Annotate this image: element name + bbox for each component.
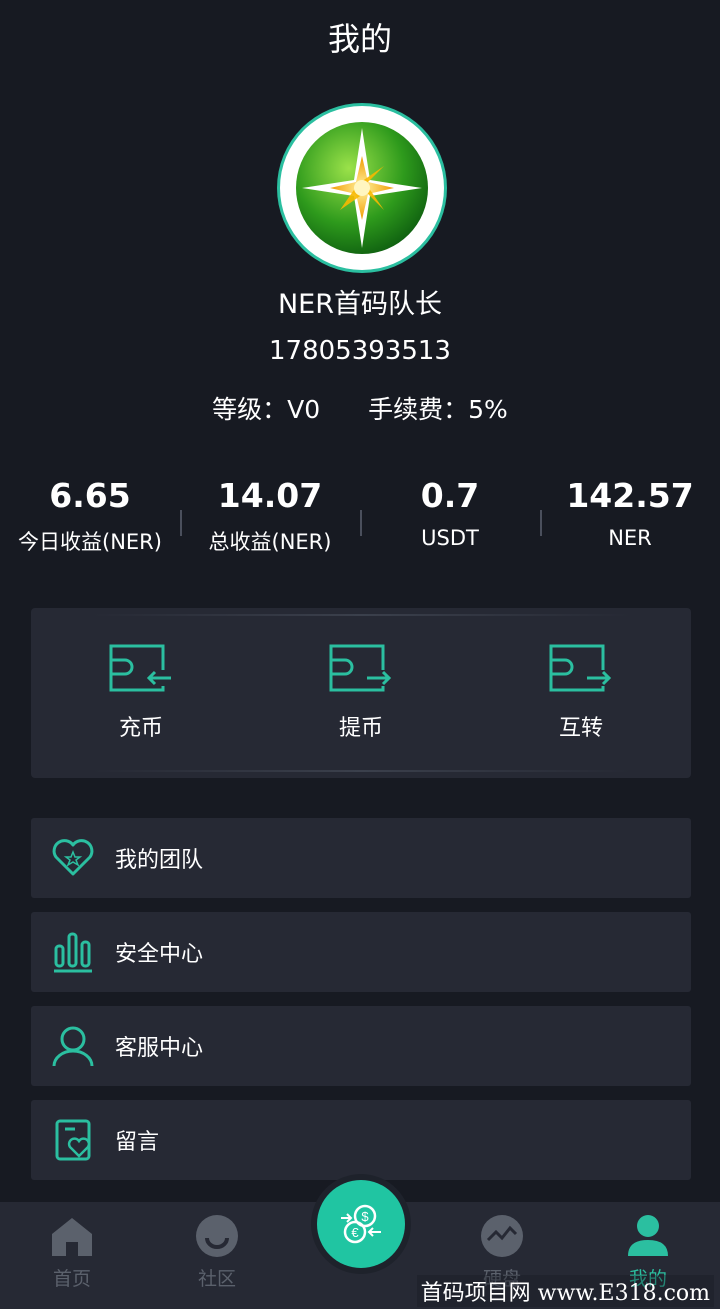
withdraw-button[interactable]: 提币 [286,644,436,742]
tab-label: 社区 [197,1268,236,1290]
stat-label: 今日收益(NER) [18,530,162,554]
wallet-out-icon [329,644,392,692]
page-title: 我的 [327,20,392,58]
deposit-button[interactable]: 充币 [66,644,216,742]
transfer-button[interactable]: 互转 [506,644,656,742]
level-row: 等级：V0 手续费：5% [0,390,720,426]
wallet-transfer-icon [549,644,612,692]
center-exchange-button[interactable]: $ € [317,1180,405,1268]
profile-icon [628,1215,668,1256]
stat-label: 总收益(NER) [208,530,332,554]
stat-today-earnings: 6.65 今日收益(NER) [0,474,180,564]
stat-label: USDT [421,526,479,550]
stat-value: 142.57 [566,476,694,515]
level-text: 等级：V0 [212,395,321,424]
tab-home[interactable]: 首页 [22,1214,122,1291]
menu-item-security-center[interactable]: 安全中心 [31,912,691,992]
user-icon [51,1024,95,1068]
stats-row: 6.65 今日收益(NER) 14.07 总收益(NER) 0.7 USDT 1… [0,474,720,564]
compass-logo-icon [296,122,428,254]
menu-label: 客服中心 [115,1036,204,1061]
bar-chart-icon [51,930,95,974]
fee-text: 手续费：5% [368,395,508,424]
svg-text:€: € [351,1225,359,1240]
phone-number: 17805393513 [269,336,451,366]
action-label: 提币 [338,716,383,741]
divider [180,510,182,536]
stat-value: 14.07 [217,476,323,515]
action-label: 充币 [118,716,163,741]
pulse-icon [481,1215,523,1257]
wallet-in-icon [109,644,171,692]
avatar[interactable] [280,106,444,270]
divider [360,510,362,536]
menu-label: 安全中心 [115,942,204,967]
currency-exchange-icon: $ € [341,1204,381,1244]
menu-item-my-team[interactable]: 我的团队 [31,818,691,898]
heart-star-icon [51,836,95,880]
stat-total-earnings: 14.07 总收益(NER) [180,474,360,564]
menu-label: 留言 [115,1130,160,1155]
stat-usdt: 0.7 USDT [360,474,540,564]
stat-ner: 142.57 NER [540,474,720,564]
divider [540,510,542,536]
menu-label: 我的团队 [115,848,204,873]
action-label: 互转 [558,716,603,741]
tab-community[interactable]: 社区 [167,1214,267,1291]
message-heart-icon [51,1118,95,1162]
smile-icon [196,1215,238,1257]
wallet-actions-card: 充币 提币 互转 [31,608,691,778]
tab-label: 首页 [52,1268,91,1290]
watermark: 首码项目网 www.E318.com [416,1275,714,1307]
stat-value: 6.65 [49,476,131,515]
menu-item-customer-service[interactable]: 客服中心 [31,1006,691,1086]
stat-value: 0.7 [420,476,480,515]
menu-item-message[interactable]: 留言 [31,1100,691,1180]
svg-text:$: $ [361,1209,369,1224]
stat-label: NER [608,526,652,550]
username: NER首码队长 [277,289,443,320]
home-icon [52,1218,92,1256]
